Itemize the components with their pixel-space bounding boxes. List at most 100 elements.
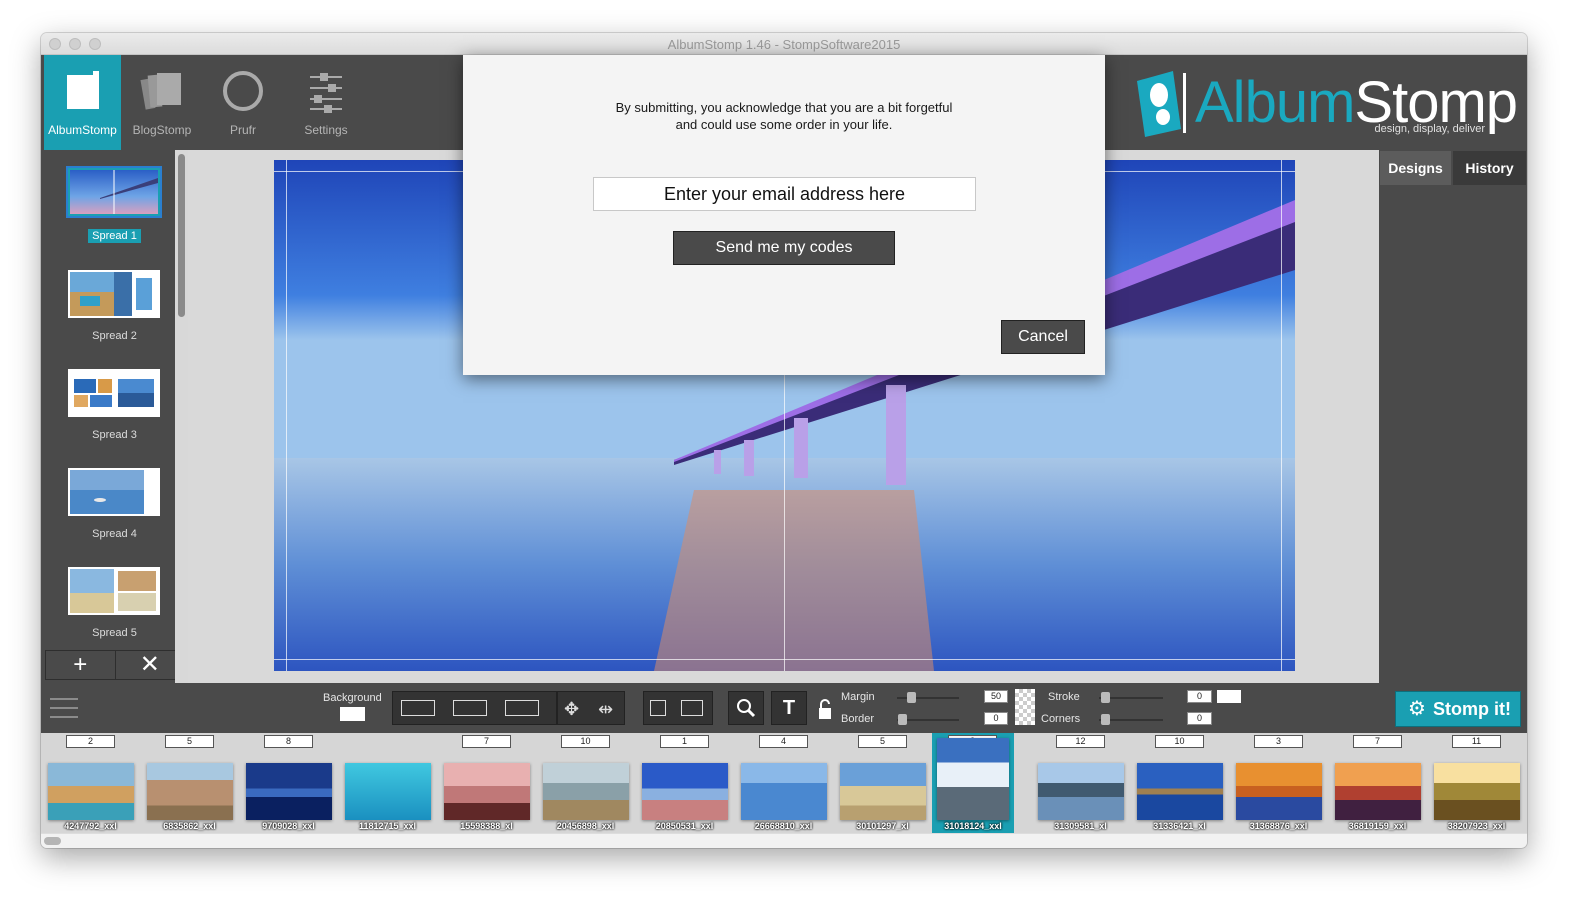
- spread-label: Spread 3: [92, 429, 137, 441]
- right-panel: Designs History: [1379, 150, 1527, 683]
- usage-count: 4: [759, 735, 808, 748]
- filmstrip-filename: 9709028_xxl: [262, 821, 315, 831]
- spreads-panel: Spread 1 Spread 2 Spread 3 Spread 4 Spre…: [41, 150, 188, 683]
- spreads-scrollbar-thumb[interactable]: [178, 154, 185, 317]
- stomp-it-button[interactable]: ⚙ Stomp it!: [1395, 691, 1521, 727]
- filmstrip-item[interactable]: 3 31368876_xxl: [1229, 733, 1328, 833]
- email-codes-dialog: By submitting, you acknowledge that you …: [463, 55, 1105, 375]
- tool-albumstomp[interactable]: AlbumStomp: [44, 55, 121, 150]
- dialog-message-line: and could use some order in your life.: [675, 117, 893, 132]
- spread-thumbnail[interactable]: [68, 369, 160, 417]
- tool-blogstomp[interactable]: BlogStomp: [123, 55, 201, 150]
- filmstrip-filename: 15598388_xl: [460, 821, 513, 831]
- tab-designs[interactable]: Designs: [1380, 151, 1451, 185]
- dialog-message-line: By submitting, you acknowledge that you …: [615, 100, 953, 115]
- gear-icon: ⚙: [1408, 698, 1426, 720]
- margin-value[interactable]: 50: [984, 690, 1008, 703]
- filmstrip-filename: 6835862_xxl: [163, 821, 216, 831]
- filmstrip-filename: 31368876_xxl: [1249, 821, 1308, 831]
- filmstrip-item[interactable]: 10 31336421_xl: [1130, 733, 1229, 833]
- menu-icon[interactable]: [50, 697, 78, 719]
- filmstrip-item[interactable]: 11812715_xxl: [338, 733, 437, 833]
- email-input[interactable]: [593, 177, 976, 211]
- usage-count: 8: [264, 735, 313, 748]
- transparency-swatch[interactable]: [1015, 689, 1035, 725]
- tab-history[interactable]: History: [1453, 151, 1526, 185]
- usage-count: 10: [1155, 735, 1204, 748]
- filmstrip-item[interactable]: 1 20850531_xxl: [635, 733, 734, 833]
- dialog-message: By submitting, you acknowledge that you …: [463, 99, 1105, 133]
- remove-spread-button[interactable]: ✕: [114, 651, 185, 679]
- corners-value[interactable]: 0: [1187, 712, 1212, 725]
- filmstrip-filename: 4247792_xxl: [64, 821, 117, 831]
- border-value[interactable]: 0: [984, 712, 1008, 725]
- usage-count: 11: [1452, 735, 1501, 748]
- filmstrip-thumbnail: [1335, 763, 1421, 820]
- border-slider-knob[interactable]: [898, 714, 907, 725]
- logo-tagline: design, display, deliver: [1374, 123, 1485, 135]
- filmstrip-scrollbar-thumb[interactable]: [44, 837, 61, 845]
- spread-thumbnail[interactable]: [68, 168, 160, 216]
- spread-thumbnail[interactable]: [68, 270, 160, 318]
- stroke-value[interactable]: 0: [1187, 690, 1212, 703]
- filmstrip-item[interactable]: 11 38207923_xxl: [1427, 733, 1526, 833]
- filmstrip-item[interactable]: 2 4247792_xxl: [41, 733, 140, 833]
- tool-settings[interactable]: Settings: [285, 55, 367, 150]
- spread-label: Spread 1: [88, 229, 141, 243]
- cancel-button[interactable]: Cancel: [1001, 320, 1085, 354]
- usage-count: 10: [561, 735, 610, 748]
- filmstrip-filename: 31018124_xxl: [944, 821, 1002, 831]
- filmstrip-thumbnail: [1434, 763, 1520, 820]
- blog-stack-icon: [140, 73, 181, 110]
- usage-count: 12: [1056, 735, 1105, 748]
- spreads-scrollbar[interactable]: [175, 150, 188, 683]
- tool-prufr[interactable]: Prufr: [204, 55, 282, 150]
- filmstrip-item[interactable]: 7 36819159_xxl: [1328, 733, 1427, 833]
- lock-icon[interactable]: [818, 698, 832, 720]
- filmstrip-filename: 36819159_xxl: [1348, 821, 1407, 831]
- align-right-layout-icon[interactable]: [505, 700, 539, 716]
- filmstrip-item[interactable]: 4 26668810_xxl: [734, 733, 833, 833]
- fit-in-icon[interactable]: [650, 700, 666, 716]
- spread-thumbnail[interactable]: [68, 468, 160, 516]
- tool-label: Prufr: [229, 123, 256, 137]
- spread-thumbnail[interactable]: [68, 567, 160, 615]
- spread-label: Spread 2: [92, 330, 137, 342]
- filmstrip-item[interactable]: 10 20456898_xxl: [536, 733, 635, 833]
- filmstrip-thumbnail: [147, 763, 233, 820]
- filmstrip-item[interactable]: 7 15598388_xl: [437, 733, 536, 833]
- usage-count: 7: [1353, 735, 1402, 748]
- border-label: Border: [841, 713, 875, 725]
- move-image-icon[interactable]: ✥: [564, 699, 579, 720]
- circle-icon: [223, 71, 263, 111]
- filmstrip-scrollbar[interactable]: [41, 833, 1527, 848]
- tool-label: BlogStomp: [132, 123, 192, 137]
- filmstrip-item[interactable]: 5 30101297_xl: [833, 733, 932, 833]
- usage-count: 2: [66, 735, 115, 748]
- album-icon: [66, 71, 99, 109]
- tool-label: AlbumStomp: [48, 123, 117, 137]
- align-left-layout-icon[interactable]: [401, 700, 435, 716]
- add-spread-button[interactable]: +: [46, 651, 115, 679]
- window-title: AlbumStomp 1.46 - StompSoftware2015: [667, 37, 901, 52]
- fill-out-icon[interactable]: [681, 700, 703, 716]
- background-color-swatch[interactable]: [340, 707, 365, 721]
- usage-count: 3: [1254, 735, 1303, 748]
- filmstrip-filename: 31336421_xl: [1153, 821, 1206, 831]
- stroke-slider-knob[interactable]: [1101, 692, 1110, 703]
- search-icon: [737, 699, 756, 718]
- filmstrip-thumbnail: [1137, 763, 1223, 820]
- corners-label: Corners: [1041, 713, 1081, 725]
- filmstrip-item[interactable]: 12 31309581_xl: [1031, 733, 1130, 833]
- margin-slider-knob[interactable]: [907, 692, 916, 703]
- text-tool-button[interactable]: T: [771, 691, 807, 725]
- align-center-layout-icon[interactable]: [453, 700, 487, 716]
- send-codes-button[interactable]: Send me my codes: [673, 231, 895, 265]
- filmstrip-item[interactable]: 8 9709028_xxl: [239, 733, 338, 833]
- stroke-color-swatch[interactable]: [1217, 690, 1241, 703]
- filmstrip-item-selected[interactable]: 231018124_xxl: [932, 733, 1014, 833]
- filmstrip-item[interactable]: 5 6835862_xxl: [140, 733, 239, 833]
- move-horizontal-icon[interactable]: ⇹: [598, 699, 613, 720]
- filmstrip-thumbnail: [642, 763, 728, 820]
- corners-slider-knob[interactable]: [1101, 714, 1110, 725]
